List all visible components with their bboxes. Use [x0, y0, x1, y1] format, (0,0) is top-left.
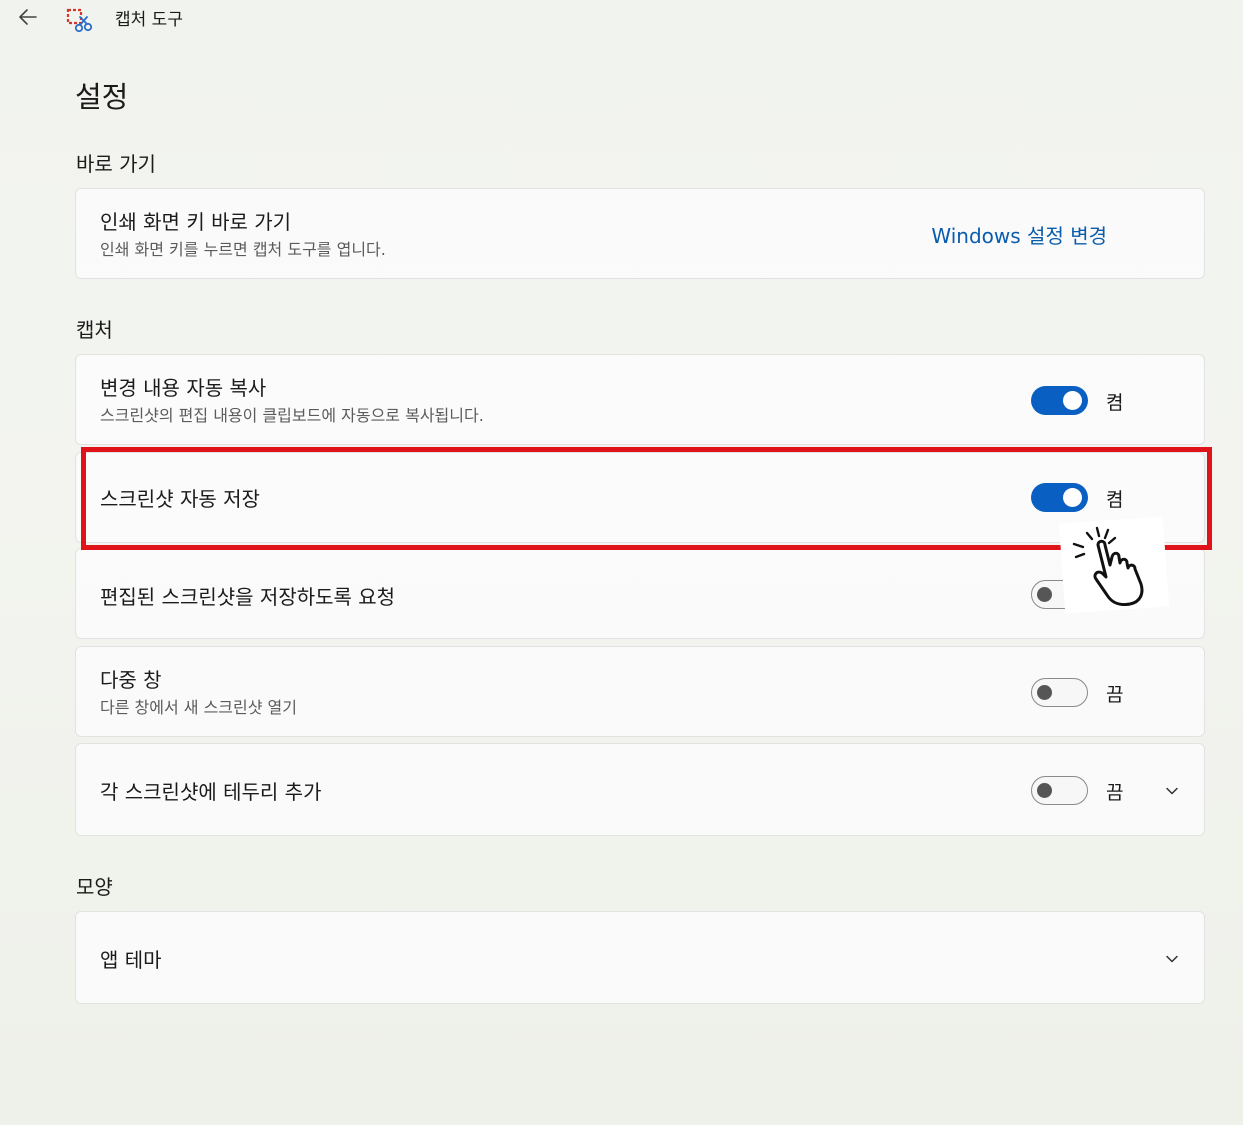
- setting-title: 다중 창: [100, 668, 162, 692]
- snipping-tool-icon: [66, 8, 93, 33]
- section-header-shortcuts: 바로 가기: [76, 152, 156, 176]
- setting-title: 인쇄 화면 키 바로 가기: [100, 210, 292, 234]
- windows-settings-link[interactable]: Windows 설정 변경: [931, 220, 1107, 249]
- auto-save-toggle[interactable]: [1031, 483, 1088, 512]
- chevron-down-icon[interactable]: [1164, 951, 1180, 967]
- setting-card-add-border: 각 스크린샷에 테두리 추가 끔: [75, 743, 1205, 836]
- multiple-windows-toggle[interactable]: [1031, 678, 1088, 707]
- setting-title: 앱 테마: [100, 948, 162, 972]
- add-border-toggle[interactable]: [1031, 776, 1088, 805]
- setting-title: 변경 내용 자동 복사: [100, 376, 267, 400]
- back-button[interactable]: [14, 4, 42, 30]
- title-bar: 캡처 도구: [0, 0, 1243, 36]
- setting-card-auto-save: 스크린샷 자동 저장 켬: [75, 452, 1205, 543]
- setting-title: 스크린샷 자동 저장: [100, 487, 260, 511]
- setting-description: 다른 창에서 새 스크린샷 열기: [100, 698, 297, 717]
- setting-card-print-screen: 인쇄 화면 키 바로 가기 인쇄 화면 키를 누르면 캡처 도구를 엽니다. W…: [75, 188, 1205, 279]
- setting-card-app-theme[interactable]: 앱 테마: [75, 911, 1205, 1004]
- app-title: 캡처 도구: [115, 10, 183, 30]
- setting-card-auto-copy: 변경 내용 자동 복사 스크린샷의 편집 내용이 클립보드에 자동으로 복사됩니…: [75, 354, 1205, 445]
- section-header-capture: 캡처: [76, 318, 113, 342]
- chevron-down-icon[interactable]: [1164, 783, 1180, 799]
- toggle-state-label: 끔: [1106, 782, 1124, 804]
- page-title: 설정: [75, 80, 129, 114]
- hand-pointer-click-icon: [1072, 526, 1144, 606]
- setting-title: 각 스크린샷에 테두리 추가: [100, 780, 322, 804]
- setting-card-multiple-windows: 다중 창 다른 창에서 새 스크린샷 열기 끔: [75, 646, 1205, 737]
- setting-title: 편집된 스크린샷을 저장하도록 요청: [100, 585, 396, 609]
- setting-card-ask-to-save: 편집된 스크린샷을 저장하도록 요청: [75, 548, 1205, 639]
- setting-description: 스크린샷의 편집 내용이 클립보드에 자동으로 복사됩니다.: [100, 406, 484, 425]
- section-header-appearance: 모양: [76, 875, 113, 899]
- toggle-state-label: 켬: [1106, 392, 1124, 414]
- toggle-state-label: 켬: [1106, 489, 1124, 511]
- arrow-left-icon: [19, 9, 37, 25]
- auto-copy-toggle[interactable]: [1031, 386, 1088, 415]
- setting-description: 인쇄 화면 키를 누르면 캡처 도구를 엽니다.: [100, 240, 386, 259]
- toggle-state-label: 끔: [1106, 684, 1124, 706]
